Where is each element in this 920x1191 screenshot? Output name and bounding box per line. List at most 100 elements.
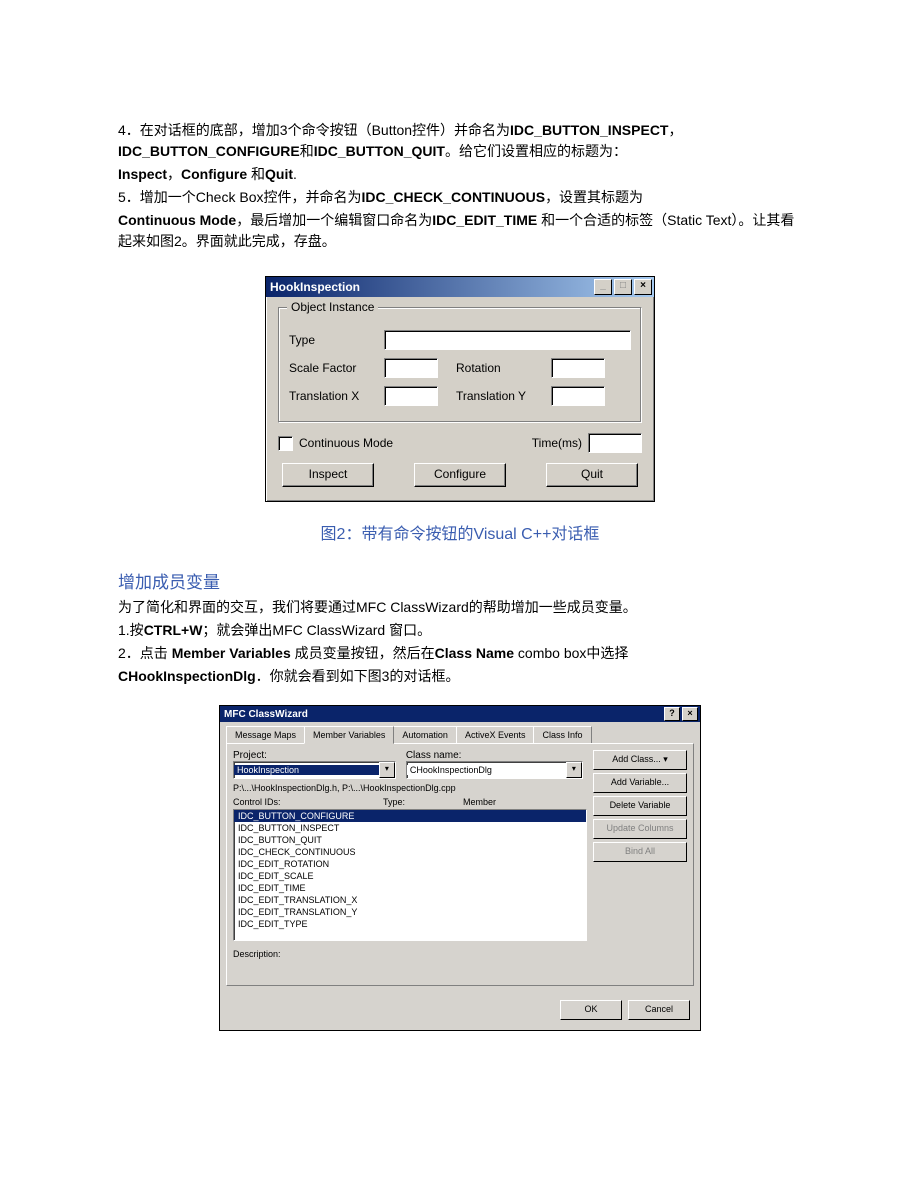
text: Configure	[181, 166, 247, 182]
minimize-icon[interactable]: _	[594, 279, 612, 295]
classname-value: CHookInspectionDlg	[407, 765, 566, 775]
rotation-input[interactable]	[551, 358, 605, 378]
control-ids-list[interactable]: IDC_BUTTON_CONFIGURE IDC_BUTTON_INSPECT …	[233, 809, 587, 941]
close-icon[interactable]: ×	[634, 279, 652, 295]
text: 1.按	[118, 622, 144, 638]
time-label: Time(ms)	[532, 436, 582, 450]
figure-2-caption: 图2：带有命令按钮的Visual C++对话框	[118, 520, 802, 544]
tabs: Message Maps Member Variables Automation…	[220, 722, 700, 743]
list-item[interactable]: IDC_EDIT_TIME	[234, 882, 586, 894]
inspect-button[interactable]: Inspect	[282, 463, 374, 487]
step-1: 1.按CTRL+W；就会弹出MFC ClassWizard 窗口。	[118, 620, 802, 641]
mfc-classwizard-dialog: MFC ClassWizard ? × Message Maps Member …	[219, 705, 701, 1031]
help-icon[interactable]: ?	[664, 707, 680, 721]
list-item[interactable]: IDC_BUTTON_INSPECT	[234, 822, 586, 834]
step-2b: CHookInspectionDlg．你就会看到如下图3的对话框。	[118, 666, 802, 687]
rotation-label: Rotation	[456, 361, 551, 375]
col-control: Control IDs:	[233, 797, 383, 807]
text: ，	[167, 166, 181, 182]
titlebar: MFC ClassWizard ? ×	[220, 706, 700, 722]
close-icon[interactable]: ×	[682, 707, 698, 721]
text: 和	[247, 166, 265, 182]
text: Inspect	[118, 166, 167, 182]
project-combo[interactable]: HookInspection ▾	[233, 761, 396, 779]
file-path: P:\...\HookInspectionDlg.h, P:\...\HookI…	[233, 783, 587, 793]
column-headers: Control IDs: Type: Member	[233, 797, 587, 807]
text: .	[293, 166, 297, 182]
scale-label: Scale Factor	[289, 361, 384, 375]
type-input[interactable]	[384, 330, 631, 350]
list-item[interactable]: IDC_CHECK_CONTINUOUS	[234, 846, 586, 858]
object-instance-group: Object Instance Type Scale Factor Rotati…	[278, 307, 642, 423]
description-area: Description:	[233, 949, 587, 979]
add-variable-button[interactable]: Add Variable...	[593, 773, 687, 793]
text: 5．增加一个Check Box控件，并命名为	[118, 189, 361, 205]
tx-label: Translation X	[289, 389, 384, 403]
id: IDC_CHECK_CONTINUOUS	[361, 189, 545, 205]
quit-button[interactable]: Quit	[546, 463, 638, 487]
para-4: 4．在对话框的底部，增加3个命令按钮（Button控件）并命名为 IDC_BUTT…	[118, 120, 802, 162]
update-columns-button[interactable]: Update Columns	[593, 819, 687, 839]
list-item[interactable]: IDC_BUTTON_QUIT	[234, 834, 586, 846]
cancel-button[interactable]: Cancel	[628, 1000, 690, 1020]
continuous-checkbox[interactable]	[278, 436, 293, 451]
tab-activex-events[interactable]: ActiveX Events	[456, 726, 535, 743]
list-item[interactable]: IDC_EDIT_ROTATION	[234, 858, 586, 870]
delete-variable-button[interactable]: Delete Variable	[593, 796, 687, 816]
step-2: 2．点击 Member Variables 成员变量按钮，然后在Class Na…	[118, 643, 802, 664]
project-label: Project:	[233, 750, 396, 761]
list-item[interactable]: IDC_EDIT_SCALE	[234, 870, 586, 882]
time-input[interactable]	[588, 433, 642, 453]
tab-name: Member Variables	[172, 645, 291, 661]
id: IDC_EDIT_TIME	[432, 212, 537, 228]
list-item[interactable]: IDC_EDIT_TRANSLATION_X	[234, 894, 586, 906]
class-name: CHookInspectionDlg	[118, 668, 256, 684]
group-legend: Object Instance	[287, 300, 378, 314]
scale-input[interactable]	[384, 358, 438, 378]
hotkey: CTRL+W	[144, 622, 203, 638]
text: ；就会弹出MFC ClassWizard 窗口。	[202, 622, 431, 638]
text: 和	[300, 143, 314, 159]
project-value: HookInspection	[234, 765, 379, 775]
bind-all-button[interactable]: Bind All	[593, 842, 687, 862]
side-buttons: Add Class... ▾ Add Variable... Delete Va…	[593, 750, 687, 979]
text: ，	[668, 122, 682, 138]
text: 成员变量按钮，然后在	[291, 645, 435, 661]
text: ．你就会看到如下图3的对话框。	[256, 668, 460, 684]
classname-combo[interactable]: CHookInspectionDlg ▾	[406, 761, 583, 779]
tab-message-maps[interactable]: Message Maps	[226, 726, 305, 743]
text: 。给它们设置相应的标题为：	[445, 143, 627, 159]
chevron-down-icon[interactable]: ▾	[379, 762, 395, 778]
label-name: Class Name	[435, 645, 514, 661]
maximize-icon[interactable]: □	[614, 279, 632, 295]
hookinspection-dialog: HookInspection _ □ × Object Instance Typ…	[265, 276, 655, 502]
tab-automation[interactable]: Automation	[393, 726, 457, 743]
text: combo box中选择	[514, 645, 628, 661]
tab-class-info[interactable]: Class Info	[533, 726, 591, 743]
configure-button[interactable]: Configure	[414, 463, 506, 487]
section-title: 增加成员变量	[118, 568, 802, 593]
chevron-down-icon[interactable]: ▾	[566, 762, 582, 778]
intro-text: 为了简化和界面的交互，我们将要通过MFC ClassWizard的帮助增加一些成…	[118, 597, 802, 618]
text: 4．在对话框的底部，增加3个命令按钮（Button控件）并命名为	[118, 122, 510, 138]
tab-member-variables[interactable]: Member Variables	[304, 726, 394, 744]
classname-label: Class name:	[406, 750, 583, 761]
dialog-title: MFC ClassWizard	[224, 709, 308, 720]
id-2: IDC_BUTTON_CONFIGURE	[118, 143, 300, 159]
tx-input[interactable]	[384, 386, 438, 406]
list-item[interactable]: IDC_BUTTON_CONFIGURE	[234, 810, 586, 822]
text: Quit	[265, 166, 293, 182]
description-label: Description:	[233, 949, 281, 959]
continuous-label: Continuous Mode	[299, 436, 393, 450]
text: Continuous Mode	[118, 212, 236, 228]
dialog-title: HookInspection	[270, 280, 360, 294]
col-type: Type:	[383, 797, 463, 807]
list-item[interactable]: IDC_EDIT_TYPE	[234, 918, 586, 930]
list-item[interactable]: IDC_EDIT_TRANSLATION_Y	[234, 906, 586, 918]
para-5: 5．增加一个Check Box控件，并命名为IDC_CHECK_CONTINUO…	[118, 187, 802, 208]
ty-input[interactable]	[551, 386, 605, 406]
add-class-button[interactable]: Add Class... ▾	[593, 750, 687, 770]
ty-label: Translation Y	[456, 389, 551, 403]
para-4-line2: Inspect，Configure 和Quit.	[118, 164, 802, 185]
ok-button[interactable]: OK	[560, 1000, 622, 1020]
